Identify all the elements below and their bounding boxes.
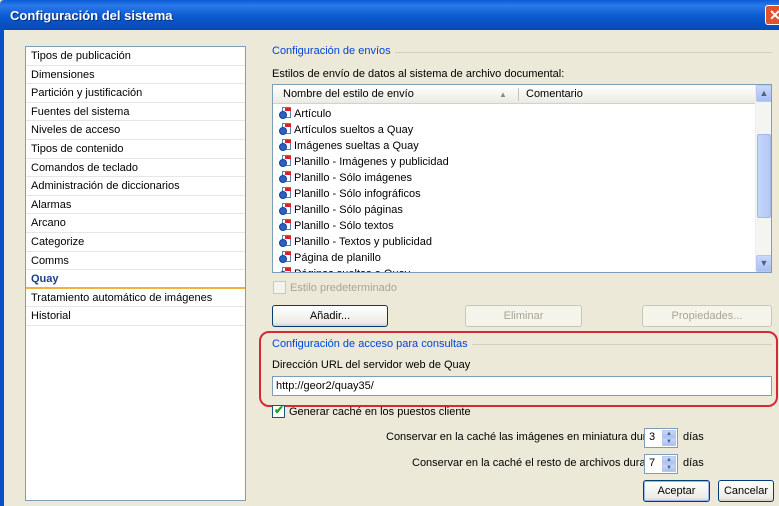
sidebar-item[interactable]: Tratamiento automático de imágenes (26, 289, 245, 308)
send-styles-list[interactable]: Nombre del estilo de envío ▲ Comentario … (272, 84, 772, 273)
list-item-label: Planillo - Sólo infográficos (294, 188, 421, 200)
sidebar-item[interactable]: Tipos de contenido (26, 140, 245, 159)
sidebar-item[interactable]: Administración de diccionarios (26, 177, 245, 196)
sidebar-list: Tipos de publicación Dimensiones Partición… (25, 46, 246, 501)
send-style-icon (279, 219, 293, 231)
list-item[interactable]: Planillo - Sólo imágenes (279, 170, 412, 186)
add-button[interactable]: Añadir... (272, 305, 388, 327)
stepper-down-icon[interactable]: ▼ (662, 464, 676, 472)
list-header: Nombre del estilo de envío ▲ Comentario (273, 85, 757, 104)
list-item-label: Planillo - Sólo imágenes (294, 172, 413, 184)
sidebar-item[interactable]: Fuentes del sistema (26, 103, 245, 122)
sidebar-item[interactable]: Categorize (26, 233, 245, 252)
column-separator[interactable] (518, 88, 519, 101)
send-style-icon (279, 203, 293, 215)
sidebar-item[interactable]: Dimensiones (26, 66, 245, 85)
list-item-label: Páginas sueltas a Quay (294, 268, 410, 272)
list-item-label: Artículos sueltos a Quay (294, 124, 414, 136)
send-style-icon (279, 267, 293, 272)
column-comment-header[interactable]: Comentario (526, 88, 583, 100)
send-style-icon (279, 235, 293, 247)
list-item-label: Planillo - Imágenes y publicidad (294, 156, 449, 168)
list-item[interactable]: Página de planillo (279, 250, 381, 266)
accept-button[interactable]: Aceptar (643, 480, 710, 502)
send-style-icon (279, 187, 293, 199)
send-style-icon (279, 107, 293, 119)
scroll-thumb[interactable] (757, 134, 771, 218)
delete-button[interactable]: Eliminar (465, 305, 582, 327)
other-cache-label: Conservar en la caché el resto de archiv… (412, 457, 664, 469)
thumbnail-cache-label: Conservar en la caché las imágenes en mi… (386, 431, 671, 443)
send-style-icon (279, 139, 293, 151)
list-item[interactable]: Páginas sueltas a Quay (279, 266, 410, 272)
generate-cache-checkbox[interactable]: ✔ (272, 403, 285, 418)
other-days-unit: días (683, 457, 704, 469)
title-bar[interactable]: Configuración del sistema ✕ (0, 0, 779, 30)
list-item[interactable]: Artículo (279, 106, 331, 122)
default-style-label: Estilo predeterminado (290, 282, 398, 294)
highlight-annotation (259, 331, 778, 407)
list-item-label: Planillo - Sólo páginas (294, 204, 403, 216)
sort-ascending-icon: ▲ (499, 90, 507, 99)
list-item-label: Planillo - Textos y publicidad (294, 236, 432, 248)
generate-cache-label: Generar caché en los puestos cliente (289, 406, 471, 418)
list-item[interactable]: Planillo - Sólo páginas (279, 202, 403, 218)
list-item[interactable]: Imágenes sueltas a Quay (279, 138, 419, 154)
envios-group-title: Configuración de envíos (272, 45, 395, 57)
stepper-arrows[interactable]: ▲ ▼ (662, 430, 676, 446)
stepper-up-icon[interactable]: ▲ (662, 456, 676, 464)
send-style-icon (279, 123, 293, 135)
cancel-button[interactable]: Cancelar (718, 480, 774, 502)
stepper-down-icon[interactable]: ▼ (662, 438, 676, 446)
thumbnail-days-unit: días (683, 431, 704, 443)
stepper-up-icon[interactable]: ▲ (662, 430, 676, 438)
sidebar-item[interactable]: Partición y justificación (26, 84, 245, 103)
system-config-window: Configuración del sistema ✕ Tipos de pub… (0, 0, 779, 506)
send-style-icon (279, 155, 293, 167)
list-item-label: Imágenes sueltas a Quay (294, 140, 419, 152)
list-item[interactable]: Planillo - Sólo infográficos (279, 186, 421, 202)
sidebar-item[interactable]: Comms (26, 252, 245, 271)
properties-button[interactable]: Propiedades... (642, 305, 772, 327)
window-title: Configuración del sistema (10, 8, 173, 23)
thumbnail-days-value[interactable]: 3 (649, 431, 655, 443)
send-style-icon (279, 251, 293, 263)
list-item-label: Planillo - Sólo textos (294, 220, 394, 232)
list-item-label: Artículo (294, 108, 332, 120)
send-style-icon (279, 171, 293, 183)
scroll-down-icon[interactable]: ▼ (756, 255, 771, 272)
sidebar-item[interactable]: Niveles de acceso (26, 121, 245, 140)
default-style-checkbox[interactable] (273, 281, 286, 294)
envios-description: Estilos de envío de datos al sistema de … (272, 68, 565, 80)
sidebar-item[interactable]: Comandos de teclado (26, 159, 245, 178)
list-item[interactable]: Artículos sueltos a Quay (279, 122, 413, 138)
sidebar-item[interactable]: Historial (26, 307, 245, 326)
list-item[interactable]: Planillo - Imágenes y publicidad (279, 154, 449, 170)
list-scrollbar[interactable]: ▲ ▼ (755, 85, 771, 272)
thumbnail-days-stepper[interactable]: 3 ▲ ▼ (644, 428, 678, 448)
list-item[interactable]: Planillo - Sólo textos (279, 218, 394, 234)
scroll-up-icon[interactable]: ▲ (756, 85, 771, 102)
sidebar-item[interactable]: Tipos de publicación (26, 47, 245, 66)
sidebar-item[interactable]: Arcano (26, 214, 245, 233)
stepper-arrows[interactable]: ▲ ▼ (662, 456, 676, 472)
other-days-stepper[interactable]: 7 ▲ ▼ (644, 454, 678, 474)
sidebar-item[interactable]: Alarmas (26, 196, 245, 215)
window-border (0, 30, 4, 506)
sidebar-item[interactable]: Quay (26, 270, 245, 289)
list-item-label: Página de planillo (294, 252, 381, 264)
other-days-value[interactable]: 7 (649, 457, 655, 469)
close-icon[interactable]: ✕ (765, 5, 779, 25)
list-item[interactable]: Planillo - Textos y publicidad (279, 234, 432, 250)
check-icon: ✔ (274, 403, 285, 417)
column-name-header[interactable]: Nombre del estilo de envío (283, 88, 414, 100)
